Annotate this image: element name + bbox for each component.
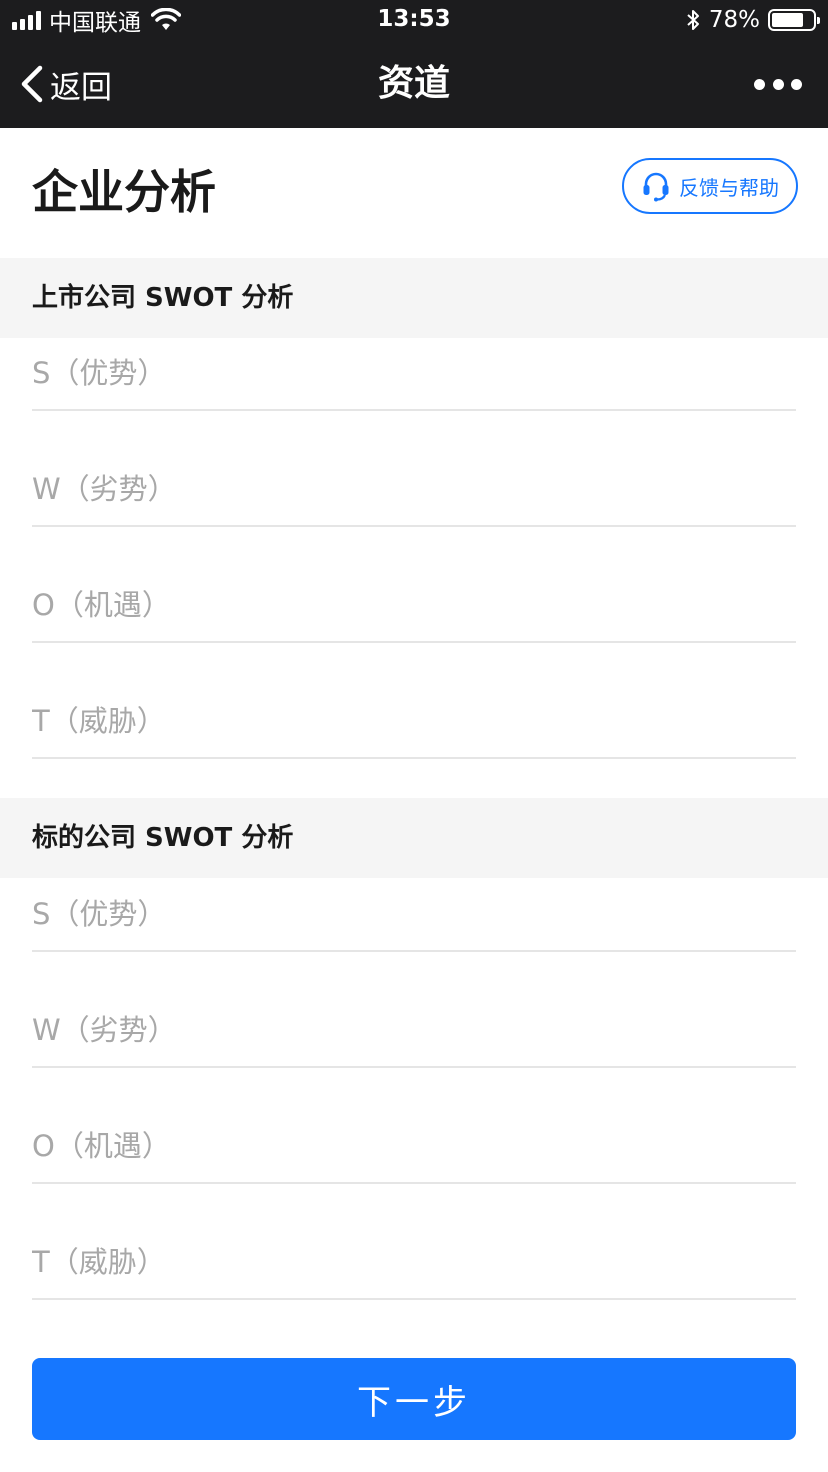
feedback-help-button[interactable]: 反馈与帮助 bbox=[622, 158, 798, 214]
target-opportunities-field[interactable] bbox=[32, 1110, 796, 1184]
target-weaknesses-field[interactable] bbox=[32, 994, 796, 1068]
target-threats-field[interactable] bbox=[32, 1226, 796, 1300]
battery-cap bbox=[817, 17, 820, 24]
more-dot bbox=[772, 78, 784, 90]
page-title: 企业分析 bbox=[32, 165, 216, 219]
nav-bar: 返回 资道 bbox=[0, 40, 828, 128]
battery-icon bbox=[768, 9, 820, 31]
back-label: 返回 bbox=[50, 69, 112, 106]
target-threats-input[interactable] bbox=[32, 1226, 796, 1298]
more-dot bbox=[791, 78, 802, 90]
listed-strengths-input[interactable] bbox=[32, 337, 796, 409]
target-opportunities-input[interactable] bbox=[32, 1110, 796, 1182]
more-dot bbox=[754, 78, 765, 90]
status-right: 78% bbox=[685, 6, 820, 34]
section-header-listed-company: 上市公司 SWOT 分析 bbox=[0, 258, 828, 338]
chevron-left-icon bbox=[21, 65, 43, 103]
battery-percent: 78% bbox=[708, 7, 760, 33]
listed-weaknesses-field[interactable] bbox=[32, 453, 796, 527]
section-header-target-company: 标的公司 SWOT 分析 bbox=[0, 798, 828, 878]
target-strengths-field[interactable] bbox=[32, 878, 796, 952]
target-weaknesses-input[interactable] bbox=[32, 994, 796, 1066]
feedback-help-label: 反馈与帮助 bbox=[679, 175, 779, 200]
bluetooth-icon bbox=[687, 10, 699, 30]
listed-threats-field[interactable] bbox=[32, 685, 796, 759]
section-title: 标的公司 SWOT 分析 bbox=[32, 823, 294, 853]
next-step-label: 下一步 bbox=[357, 1382, 471, 1423]
listed-opportunities-field[interactable] bbox=[32, 569, 796, 643]
nav-title: 资道 bbox=[377, 63, 450, 104]
listed-opportunities-input[interactable] bbox=[32, 569, 796, 641]
listed-weaknesses-input[interactable] bbox=[32, 453, 796, 525]
section-title: 上市公司 SWOT 分析 bbox=[32, 283, 294, 313]
next-step-button[interactable]: 下一步 bbox=[32, 1358, 796, 1440]
listed-threats-input[interactable] bbox=[32, 685, 796, 757]
headset-icon bbox=[643, 172, 669, 202]
more-button[interactable] bbox=[754, 70, 802, 98]
status-bar: 中国联通 13:53 78% bbox=[0, 0, 828, 40]
battery-fill bbox=[772, 13, 804, 27]
back-button[interactable]: 返回 bbox=[18, 62, 112, 106]
target-strengths-input[interactable] bbox=[32, 878, 796, 950]
listed-strengths-field[interactable] bbox=[32, 337, 796, 411]
